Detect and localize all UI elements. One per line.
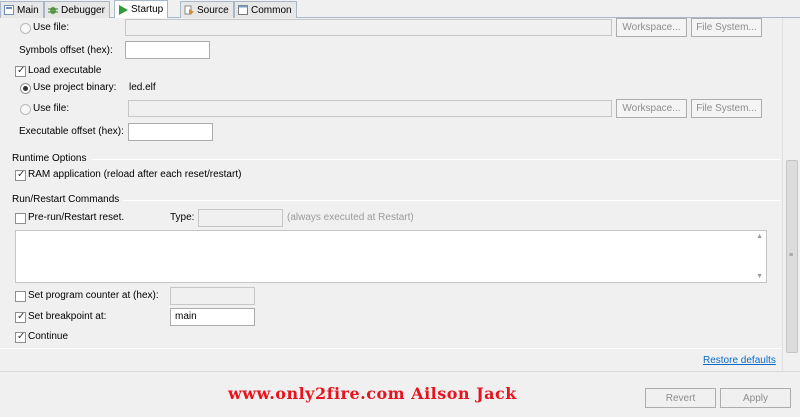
prerun-reset-checkbox[interactable] (15, 213, 26, 224)
set-pc-field[interactable] (170, 287, 255, 305)
ram-application-checkbox[interactable]: ✓ (15, 169, 26, 181)
tab-debugger[interactable]: Debugger (44, 1, 110, 18)
load-executable-label: Load executable (28, 65, 102, 76)
scroll-up-arrow-icon[interactable]: ▲ (756, 233, 763, 240)
apply-button[interactable]: Apply (720, 388, 791, 408)
tab-startup[interactable]: Startup (114, 0, 169, 18)
exec-offset-label: Executable offset (hex): (19, 126, 124, 137)
load-executable-checkbox[interactable]: ✓ (15, 65, 26, 77)
continue-label: Continue (28, 331, 69, 342)
common-icon (238, 5, 248, 15)
tab-main-label: Main (17, 4, 39, 16)
exec-file-field[interactable] (128, 100, 612, 117)
set-breakpoint-field[interactable]: main (170, 308, 255, 326)
type-hint: (always executed at Restart) (287, 212, 414, 223)
watermark-text: www.only2fire.com Ailson Jack (228, 384, 517, 403)
project-binary-value: led.elf (129, 82, 156, 93)
tab-source-label: Source (197, 4, 229, 16)
exec-use-file-label: Use file: (33, 103, 70, 114)
exec-offset-field[interactable] (128, 123, 213, 141)
symbols-filesystem-button[interactable]: File System... (691, 18, 762, 37)
symbols-file-field[interactable] (125, 19, 612, 36)
symbols-workspace-button[interactable]: Workspace... (616, 18, 687, 37)
symbols-offset-field[interactable] (125, 41, 210, 59)
bottom-divider (0, 348, 782, 349)
set-breakpoint-checkbox[interactable]: ✓ (15, 311, 26, 323)
tab-common[interactable]: Common (234, 1, 297, 18)
symbols-use-file-radio[interactable] (20, 23, 31, 34)
type-label: Type: (170, 212, 195, 223)
checkmark-icon: ✓ (17, 331, 26, 342)
exec-use-file-radio[interactable] (20, 104, 31, 115)
set-breakpoint-label: Set breakpoint at: (28, 311, 107, 322)
continue-checkbox[interactable]: ✓ (15, 331, 26, 343)
tab-bar: Main Debugger Startup Source Common (0, 0, 800, 18)
scrollbar-thumb[interactable]: ≡ (786, 160, 798, 353)
run-restart-separator (123, 200, 780, 201)
tab-main[interactable]: Main (0, 1, 44, 18)
tab-common-label: Common (251, 4, 292, 16)
checkmark-icon: ✓ (17, 169, 26, 180)
checkmark-icon: ✓ (17, 65, 26, 76)
tab-debugger-label: Debugger (61, 4, 105, 16)
runtime-options-title: Runtime Options (12, 153, 87, 164)
prerun-reset-label: Pre-run/Restart reset. (28, 212, 125, 223)
runtime-separator (92, 159, 780, 160)
vertical-scrollbar[interactable]: ≡ (782, 18, 800, 371)
revert-button[interactable]: Revert (645, 388, 716, 408)
tab-source[interactable]: Source (180, 1, 234, 18)
tab-startup-label: Startup (131, 4, 164, 15)
set-pc-checkbox[interactable] (15, 291, 26, 302)
symbols-offset-label: Symbols offset (hex): (19, 45, 113, 56)
startup-play-icon (118, 4, 128, 15)
set-pc-label: Set program counter at (hex): (28, 290, 159, 301)
startup-content: Use file: Workspace... File System... Sy… (0, 18, 782, 371)
ram-application-label: RAM application (reload after each reset… (28, 169, 242, 180)
grip-icon: ≡ (789, 252, 794, 259)
exec-workspace-button[interactable]: Workspace... (616, 99, 687, 118)
run-restart-title: Run/Restart Commands (12, 194, 120, 205)
init-commands-textarea[interactable]: ▲ ▼ (15, 230, 767, 283)
source-icon (184, 5, 194, 15)
main-tab-icon (4, 5, 14, 15)
use-project-binary-label: Use project binary: (33, 82, 117, 93)
scroll-down-arrow-icon[interactable]: ▼ (756, 273, 763, 280)
debugger-bug-icon (48, 5, 58, 15)
exec-filesystem-button[interactable]: File System... (691, 99, 762, 118)
use-project-binary-radio[interactable] (20, 83, 31, 94)
startup-panel: Use file: Workspace... File System... Sy… (0, 18, 800, 371)
restore-defaults-link[interactable]: Restore defaults (703, 355, 776, 366)
reset-type-field[interactable] (198, 209, 283, 227)
symbols-use-file-label: Use file: (33, 22, 70, 33)
checkmark-icon: ✓ (17, 311, 26, 322)
load-group: Use file: Workspace... File System... Sy… (0, 18, 782, 149)
